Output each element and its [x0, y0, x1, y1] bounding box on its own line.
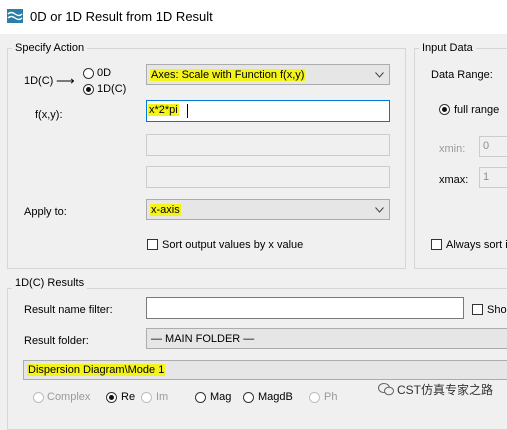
- extra-input-2[interactable]: [146, 166, 390, 188]
- radio-re[interactable]: [106, 392, 117, 403]
- apply-to-dropdown[interactable]: x-axis: [146, 199, 390, 220]
- radio-im-label: Im: [156, 391, 169, 403]
- sort-checkbox[interactable]: [147, 239, 158, 250]
- radio-magdb[interactable]: [243, 392, 254, 403]
- show-checkbox[interactable]: [472, 304, 483, 315]
- watermark-text: CST仿真专家之路: [396, 383, 493, 397]
- text-cursor: [187, 104, 188, 118]
- chevron-down-icon: [375, 71, 384, 78]
- full-range-radio[interactable]: [439, 104, 450, 115]
- fxy-input-value: x*2*pi: [148, 104, 179, 116]
- radio-mag-label: Mag: [210, 391, 232, 403]
- extra-input-1[interactable]: [146, 134, 390, 156]
- radio-im[interactable]: [141, 392, 152, 403]
- chevron-down-icon: [375, 206, 384, 213]
- xmax-input[interactable]: 1: [479, 167, 507, 188]
- result-folder-dropdown[interactable]: — MAIN FOLDER —: [146, 328, 507, 349]
- action-dropdown-value: Axes: Scale with Function f(x,y): [150, 68, 306, 81]
- xmin-label: xmin:: [439, 143, 466, 155]
- specify-action-legend: Specify Action: [12, 42, 88, 54]
- window-title: 0D or 1D Result from 1D Result: [30, 9, 213, 24]
- radio-ph-label: Ph: [324, 391, 338, 403]
- radio-0d[interactable]: [83, 68, 94, 79]
- always-sort-checkbox[interactable]: [431, 239, 442, 250]
- result-folder-value: — MAIN FOLDER —: [151, 332, 255, 345]
- dimension-label: 1D(C): [24, 75, 54, 87]
- fxy-input[interactable]: x*2*pi: [146, 100, 390, 122]
- always-sort-label: Always sort i: [446, 239, 507, 251]
- app-wave-icon: [7, 9, 23, 23]
- full-range-label: full range: [454, 104, 500, 116]
- results-legend: 1D(C) Results: [12, 277, 88, 289]
- radio-0d-label: 0D: [97, 67, 112, 79]
- radio-re-label: Re: [121, 391, 136, 403]
- result-folder-label: Result folder:: [24, 335, 89, 347]
- action-dropdown[interactable]: Axes: Scale with Function f(x,y): [146, 64, 390, 85]
- radio-1dc[interactable]: [83, 84, 94, 95]
- radio-1dc-label: 1D(C): [97, 83, 127, 95]
- radio-mag[interactable]: [195, 392, 206, 403]
- data-range-label: Data Range:: [431, 69, 493, 81]
- radio-magdb-label: MagdB: [258, 391, 293, 403]
- radio-complex[interactable]: [33, 392, 44, 403]
- arrow-icon: ⟶: [56, 73, 75, 88]
- xmin-input[interactable]: 0: [479, 136, 507, 157]
- sort-checkbox-label: Sort output values by x value: [162, 239, 304, 251]
- result-selection-bar[interactable]: Dispersion Diagram\Mode 1: [23, 360, 507, 380]
- wechat-icon: [377, 383, 394, 396]
- name-filter-input[interactable]: [146, 297, 464, 319]
- radio-complex-label: Complex: [47, 391, 91, 403]
- title-bar: 0D or 1D Result from 1D Result: [0, 0, 507, 34]
- radio-ph[interactable]: [309, 392, 320, 403]
- input-data-group: [414, 48, 507, 269]
- xmin-value: 0: [483, 140, 490, 152]
- name-filter-label: Result name filter:: [24, 304, 113, 316]
- input-data-legend: Input Data: [419, 42, 476, 54]
- xmax-value: 1: [483, 171, 490, 183]
- selected-result: Dispersion Diagram\Mode 1: [27, 364, 166, 376]
- apply-to-label: Apply to:: [24, 206, 67, 218]
- watermark: CST仿真专家之路: [377, 381, 493, 398]
- fxy-label: f(x,y):: [35, 109, 63, 121]
- show-label: Sho: [487, 304, 507, 316]
- xmax-label: xmax:: [439, 174, 469, 186]
- apply-to-value: x-axis: [150, 203, 181, 216]
